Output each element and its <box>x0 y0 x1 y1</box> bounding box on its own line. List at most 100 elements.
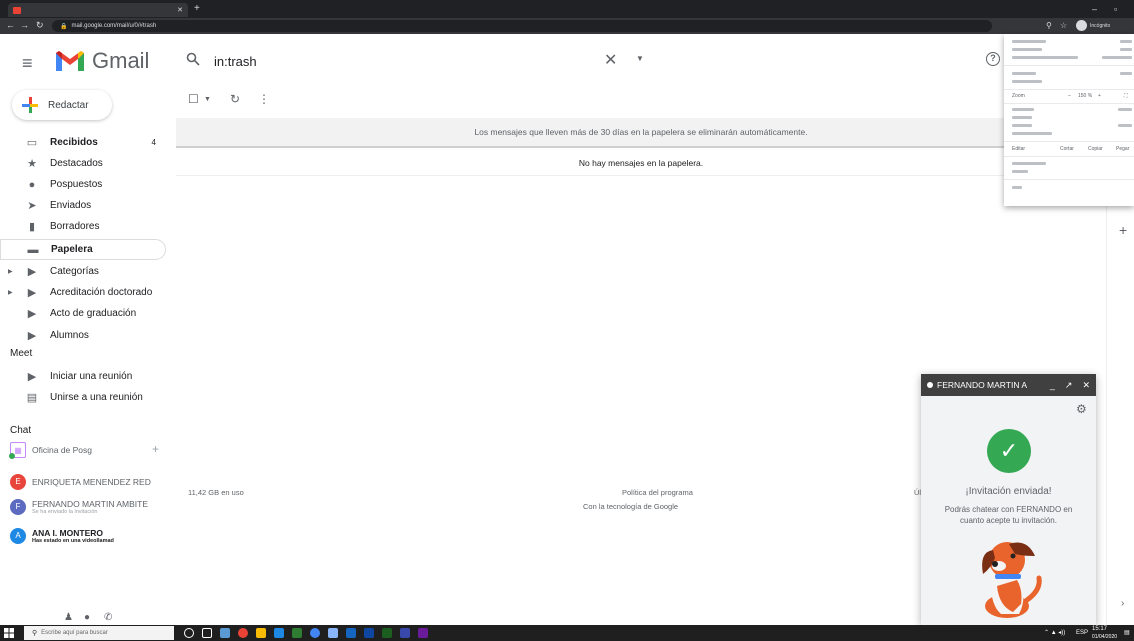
menu-item[interactable] <box>1004 78 1134 86</box>
taskbar-app-icon[interactable] <box>220 628 230 638</box>
taskbar-app-icon[interactable] <box>418 628 428 638</box>
refresh-icon[interactable]: ↻ <box>230 92 240 106</box>
minimize-chat-icon[interactable]: _ <box>1050 380 1055 390</box>
add-chat-icon[interactable]: + <box>152 442 159 456</box>
chat-item-enriqueta[interactable]: E ENRIQUETA MENENDEZ RED <box>10 474 151 490</box>
new-tab-button[interactable]: + <box>194 3 200 15</box>
taskbar-app-icon[interactable] <box>292 628 302 638</box>
chat-item-ana[interactable]: A ANA I. MONTERO Has estado en una video… <box>10 528 114 544</box>
chat-bubble-icon[interactable]: ● <box>84 612 90 623</box>
tray-icons[interactable]: ⌃ ▲ ◂)) <box>1044 628 1065 638</box>
taskbar-app-icon[interactable] <box>328 628 338 638</box>
omnibox[interactable]: 🔒 mail.google.com/mail/u/0/#trash <box>52 20 992 32</box>
menu-item[interactable] <box>1004 130 1134 138</box>
contacts-icon[interactable]: ♟ <box>64 612 73 623</box>
tab-close-icon[interactable]: ✕ <box>177 6 183 14</box>
sidebar-item-trash[interactable]: ▬ Papelera <box>0 239 166 260</box>
menu-item[interactable] <box>1004 70 1134 78</box>
maximize-button[interactable]: ▫ <box>1114 4 1117 14</box>
show-side-panel-icon[interactable]: › <box>1121 598 1124 609</box>
sidebar-item-alumnos[interactable]: ▶ Alumnos <box>0 325 166 346</box>
add-addon-icon[interactable]: + <box>1119 222 1127 238</box>
compose-button[interactable]: Redactar <box>12 90 112 120</box>
browser-tab[interactable]: ✕ <box>8 3 188 17</box>
outlook-icon[interactable] <box>364 628 374 638</box>
zoom-icon[interactable]: ⚲ <box>1046 20 1052 31</box>
clear-search-icon[interactable]: ✕ <box>604 50 617 70</box>
dog-illustration-icon <box>982 542 1042 618</box>
cut-button[interactable]: Cortar <box>1060 145 1074 153</box>
select-checkbox-icon[interactable]: ☐ <box>188 92 199 106</box>
clock-time[interactable]: 15:17 <box>1092 625 1107 633</box>
task-view-icon[interactable] <box>202 628 212 638</box>
menu-item[interactable] <box>1004 114 1134 122</box>
expand-arrow-icon[interactable]: ▶ <box>8 268 13 275</box>
taskbar-app-icon[interactable] <box>310 628 320 638</box>
word-icon[interactable] <box>346 628 356 638</box>
sidebar-item-drafts[interactable]: ▮ Borradores <box>0 216 166 237</box>
empty-trash-message: No hay mensajes en la papelera. <box>176 150 1106 176</box>
room-avatar-icon: ▦ <box>9 442 26 459</box>
menu-item[interactable] <box>1004 46 1134 54</box>
menu-zoom-row: Zoom – 150 % + ⛶ <box>1012 92 1128 100</box>
paste-button[interactable]: Pegar <box>1116 145 1129 153</box>
windows-start-icon[interactable] <box>4 628 14 638</box>
avatar: E <box>10 474 26 490</box>
menu-item[interactable] <box>1004 54 1134 62</box>
video-icon: ▶ <box>27 371 37 383</box>
menu-item[interactable] <box>1004 160 1134 168</box>
close-chat-icon[interactable]: ✕ <box>1082 380 1090 391</box>
menu-item[interactable] <box>1004 184 1134 192</box>
taskbar-app-icon[interactable] <box>400 628 410 638</box>
fullscreen-icon[interactable]: ⛶ <box>1124 92 1128 100</box>
sidebar-item-sent[interactable]: ➤ Enviados <box>0 195 166 216</box>
keyboard-language[interactable]: ESP <box>1076 628 1088 638</box>
sidebar-item-inbox[interactable]: ▭ Recibidos 4 <box>0 132 166 153</box>
excel-icon[interactable] <box>382 628 392 638</box>
gear-icon[interactable]: ⚙ <box>1076 402 1087 416</box>
sidebar-item-snoozed[interactable]: ● Pospuestos <box>0 174 166 195</box>
menu-item[interactable] <box>1004 38 1134 46</box>
keyboard-icon: ▤ <box>26 392 38 404</box>
popout-chat-icon[interactable]: ↗ <box>1065 380 1073 391</box>
notifications-icon[interactable]: ▤ <box>1124 628 1130 638</box>
chat-item-fernando[interactable]: F FERNANDO MARTIN AMBITE Se ha enviado l… <box>10 499 148 515</box>
taskbar-search[interactable]: ⚲ Escribe aquí para buscar <box>24 626 174 640</box>
chat-item-oficina[interactable]: ▦ Oficina de Posg <box>9 442 92 459</box>
zoom-out-button[interactable]: – <box>1068 92 1071 100</box>
join-meeting-item[interactable]: ▤ Unirse a una reunión <box>0 387 166 408</box>
bookmark-star-icon[interactable]: ☆ <box>1060 20 1067 31</box>
search-icon[interactable] <box>186 52 200 69</box>
menu-item[interactable] <box>1004 168 1134 176</box>
back-button[interactable]: ← <box>6 20 15 31</box>
sidebar-item-categories[interactable]: ▶ ▶ Categorías <box>0 261 166 282</box>
clock-date[interactable]: 01/04/2020 <box>1092 633 1117 641</box>
search-options-icon[interactable]: ▼ <box>636 54 644 63</box>
sidebar-item-acreditacion[interactable]: ▶ ▶ Acreditación doctorado <box>0 282 166 303</box>
select-dropdown-icon[interactable]: ▼ <box>204 96 211 103</box>
zoom-in-button[interactable]: + <box>1098 92 1101 100</box>
help-icon[interactable]: ? <box>986 52 1000 66</box>
menu-item[interactable] <box>1004 106 1134 114</box>
cortana-icon[interactable] <box>184 628 194 638</box>
forward-button[interactable]: → <box>20 20 29 31</box>
chrome-icon[interactable] <box>238 628 248 638</box>
minimize-button[interactable]: – <box>1092 4 1097 14</box>
menu-item[interactable] <box>1004 122 1134 130</box>
reload-button[interactable]: ↻ <box>36 20 44 31</box>
chat-window-header[interactable]: FERNANDO MARTIN A _ ↗ ✕ <box>921 374 1096 396</box>
edge-icon[interactable] <box>274 628 284 638</box>
start-meeting-item[interactable]: ▶ Iniciar una reunión <box>0 366 166 387</box>
incognito-badge[interactable]: Incógnito <box>1076 19 1110 32</box>
main-menu-icon[interactable]: ≡ <box>22 54 33 72</box>
expand-arrow-icon[interactable]: ▶ <box>8 289 13 296</box>
copy-button[interactable]: Copiar <box>1088 145 1103 153</box>
sidebar-item-starred[interactable]: ★ Destacados <box>0 153 166 174</box>
more-options-icon[interactable]: ⋮ <box>258 92 270 106</box>
search-input[interactable] <box>214 50 564 72</box>
program-policy-link[interactable]: Política del programa <box>622 488 693 497</box>
sidebar-item-acto-graduacion[interactable]: ▶ Acto de graduación <box>0 303 166 324</box>
explorer-icon[interactable] <box>256 628 266 638</box>
chat-heading: Chat <box>10 425 32 436</box>
phone-icon[interactable]: ✆ <box>104 612 112 623</box>
